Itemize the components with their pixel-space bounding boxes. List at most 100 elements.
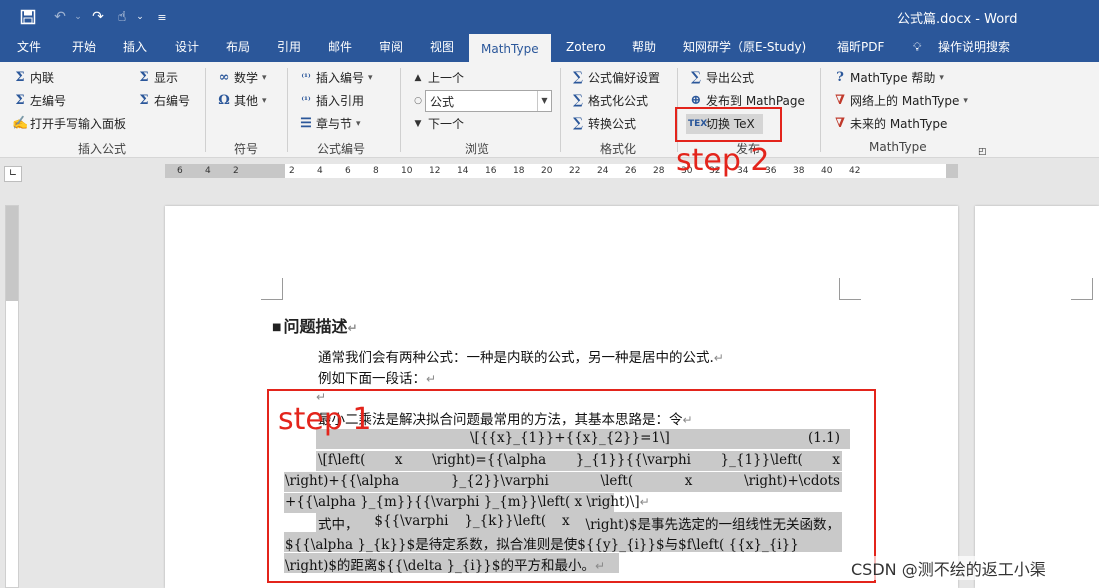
mathtype-online-label: 网络上的 MathType [850, 94, 960, 108]
mathtype-online-button[interactable]: ∇ 网络上的 MathType ▾ [832, 91, 968, 111]
chevron-down-icon: ▾ [939, 73, 944, 83]
touch-mode-icon[interactable]: ☝ [112, 7, 132, 27]
group-symbols-label: 符号 [234, 142, 259, 156]
mathtype-help-label: MathType 帮助 [850, 71, 936, 85]
next-button[interactable]: ▼ 下一个 [410, 114, 464, 134]
tab-mailings[interactable]: 邮件 [328, 34, 352, 62]
heading-bullet: ■ [272, 322, 282, 333]
vertical-ruler[interactable] [5, 205, 19, 588]
paragraph[interactable]: 例如下面一段话：↵ [318, 367, 436, 387]
chevron-down-icon[interactable]: ▼ [537, 91, 551, 111]
ruler-number: 22 [569, 166, 581, 176]
watermark: CSDN @测不绘的返工小渠 [851, 556, 1046, 580]
insert-reference-label: 插入引用 [316, 94, 365, 108]
other-symbols-button[interactable]: Ω 其他 ▾ [216, 91, 266, 111]
next-page[interactable] [975, 206, 1099, 588]
ruler-number: 2 [233, 166, 239, 176]
paragraph-text: 通常我们会有两种公式：一种是内联的公式，另一种是居中的公式. [318, 350, 714, 366]
tab-selector[interactable]: ∟ [4, 166, 22, 182]
tab-mathtype[interactable]: MathType [469, 34, 551, 62]
previous-label: 上一个 [428, 71, 465, 85]
handwriting-button[interactable]: ✍ 打开手写输入面板 [12, 114, 126, 134]
customize-qat-icon[interactable]: ≡ [152, 7, 172, 27]
crop-mark [839, 278, 861, 300]
browse-select[interactable]: 公式 ▼ [425, 90, 552, 112]
convert-equations-label: 转换公式 [588, 117, 637, 131]
tab-file[interactable]: 文件 [17, 34, 41, 62]
tab-zotero[interactable]: Zotero [566, 34, 606, 62]
tab-foxit-pdf[interactable]: 福昕PDF [837, 34, 884, 62]
ruler-number: 12 [429, 166, 441, 176]
tell-me-search[interactable]: 操作说明搜索 [938, 34, 1010, 62]
previous-button[interactable]: ▲ 上一个 [410, 68, 464, 88]
group-format-label: 格式化 [600, 142, 637, 156]
chevron-down-icon: ▾ [368, 73, 373, 83]
tab-home[interactable]: 开始 [72, 34, 96, 62]
other-symbols-label: 其他 [234, 94, 259, 108]
up-arrow-icon: ▲ [414, 73, 422, 83]
save-icon[interactable] [18, 7, 38, 27]
future-mathtype-label: 未来的 MathType [850, 117, 948, 131]
tab-layout[interactable]: 布局 [226, 34, 250, 62]
inline-button[interactable]: Σ 内联 [12, 68, 54, 88]
tab-design[interactable]: 设计 [175, 34, 199, 62]
tab-review[interactable]: 审阅 [379, 34, 403, 62]
tab-insert[interactable]: 插入 [123, 34, 147, 62]
ruler-number: 4 [317, 166, 323, 176]
display-button[interactable]: Σ 显示 [136, 68, 178, 88]
sigma-right-icon: Σ [139, 93, 149, 108]
chevron-down-icon: ▾ [356, 119, 361, 129]
document-title: 公式篇.docx - Word [897, 12, 1018, 27]
ruler-number: 18 [513, 166, 525, 176]
undo-dropdown-icon[interactable]: ⌄ [68, 7, 88, 27]
group-separator [820, 68, 821, 152]
sigma-icon: Σ [15, 70, 25, 85]
ruler-number: 20 [541, 166, 553, 176]
right-numbered-button[interactable]: Σ 右编号 [136, 91, 190, 111]
sigma-display-icon: Σ [139, 70, 149, 85]
right-numbered-label: 右编号 [154, 94, 191, 108]
tab-references[interactable]: 引用 [277, 34, 301, 62]
down-arrow-icon: ▼ [414, 119, 422, 129]
infinity-icon: ∞ [218, 70, 230, 85]
touch-dropdown-icon[interactable]: ⌄ [130, 7, 150, 27]
chevron-down-icon: ▾ [963, 96, 968, 106]
format-equations-button[interactable]: ∑ 格式化公式 [570, 91, 648, 111]
help-icon: ? [836, 70, 844, 85]
tab-cnki[interactable]: 知网研学（原E-Study) [683, 34, 806, 62]
equation-preferences-button[interactable]: ∑ 公式偏好设置 [570, 68, 660, 88]
paragraph-mark: ↵ [713, 351, 724, 365]
export-equations-button[interactable]: ∑ 导出公式 [688, 68, 754, 88]
handwriting-label: 打开手写输入面板 [30, 117, 127, 131]
step2-highlight-box [675, 107, 782, 142]
ruler-number: 16 [485, 166, 497, 176]
tab-view[interactable]: 视图 [430, 34, 454, 62]
redo-icon[interactable]: ↷ [88, 7, 108, 27]
mathtype-help-button[interactable]: ? MathType 帮助 ▾ [832, 68, 944, 88]
ribbon-mathtype: Σ 内联 Σ 显示 Σ 左编号 Σ 右编号 ✍ 打开手写输入面板 插入公式 ∞ 数学 ▾ Ω其… [0, 62, 1099, 158]
heading[interactable]: ■ 问题描述↵ [272, 313, 358, 337]
paragraph[interactable]: 通常我们会有两种公式：一种是内联的公式，另一种是居中的公式.↵ [318, 346, 724, 366]
left-numbered-button[interactable]: Σ 左编号 [12, 91, 66, 111]
chapter-section-button[interactable]: ☰ 章与节 ▾ [298, 114, 361, 134]
ruler-number: 42 [849, 166, 861, 176]
group-separator [560, 68, 561, 152]
step2-label: step 2 [676, 143, 770, 178]
insert-number-button[interactable]: ⁽¹⁾ 插入编号 ▾ [298, 68, 373, 88]
number-icon: ⁽¹⁾ [301, 73, 311, 83]
ruler-number: 6 [177, 166, 183, 176]
tab-help[interactable]: 帮助 [632, 34, 656, 62]
ruler-number: 2 [289, 166, 295, 176]
format-icon: ∑ [573, 93, 583, 108]
future-mathtype-button[interactable]: ∇ 未来的 MathType [832, 114, 947, 134]
lightbulb-icon[interactable]: 💡︎ [913, 34, 921, 62]
insert-reference-button[interactable]: ⁽¹⁾ 插入引用 [298, 91, 364, 111]
undo-icon[interactable]: ↶ [50, 7, 70, 27]
math-symbols-button[interactable]: ∞ 数学 ▾ [216, 68, 267, 88]
group-mathtype-label: MathType [869, 140, 927, 154]
pen-icon: ✍ [12, 116, 29, 131]
group-equation-numbers-label: 公式编号 [317, 142, 366, 156]
paragraph-text: 例如下面一段话： [318, 371, 426, 387]
convert-equations-button[interactable]: ∑ 转换公式 [570, 114, 636, 134]
equation-preferences-label: 公式偏好设置 [588, 71, 661, 85]
